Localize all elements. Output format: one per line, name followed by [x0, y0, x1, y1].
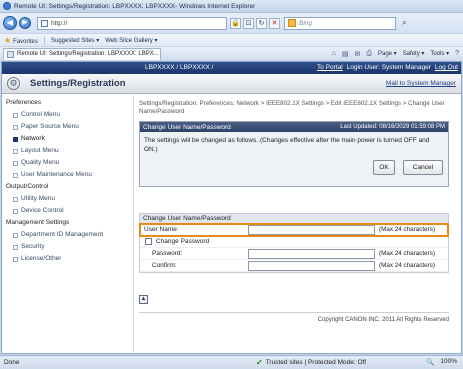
- print-icon[interactable]: ⎙: [366, 50, 372, 58]
- safety-menu[interactable]: Safety ▾: [403, 50, 425, 57]
- sidebar-item-quality-menu[interactable]: Quality Menu: [2, 157, 133, 169]
- form-heading: Change User Name/Password: [140, 214, 448, 224]
- confirmation-body: The settings will be changed as follows.…: [140, 132, 448, 186]
- browser-tab[interactable]: Remote UI: Settings/Registration: LBPXXX…: [3, 47, 161, 60]
- web-slice-gallery-link[interactable]: Web Slice Gallery ▾: [105, 37, 157, 44]
- main-content: Settings/Registration: Preferences: Netw…: [139, 95, 449, 353]
- username-row: User Name: (Max 24 characters): [139, 223, 449, 237]
- username-label: User Name:: [144, 226, 179, 233]
- confirm-field[interactable]: [248, 261, 375, 271]
- breadcrumb: Settings/Registration: Preferences: Netw…: [139, 100, 445, 115]
- search-icon[interactable]: ⌕: [402, 18, 406, 28]
- cancel-button[interactable]: Cancel: [403, 160, 443, 175]
- favorites-button[interactable]: ★ Favorites: [4, 36, 38, 45]
- change-credentials-form: Change User Name/Password User Name: (Ma…: [139, 213, 449, 273]
- bing-icon: [288, 19, 296, 27]
- lock-icon[interactable]: 🔒: [230, 17, 241, 29]
- sidebar-heading-output-control: Output/Control: [6, 183, 49, 190]
- password-row: Password: (Max 24 characters): [140, 248, 448, 260]
- confirmation-title: Change User Name/Password: [143, 123, 231, 131]
- log-out-link[interactable]: Log Out: [435, 64, 458, 71]
- sidebar-item-utility-menu[interactable]: Utility Menu: [2, 193, 133, 205]
- page-icon: [41, 19, 48, 27]
- password-hint: (Max 24 characters): [379, 250, 435, 257]
- change-password-row: Change Password: [140, 236, 448, 248]
- settings-gear-icon: ⚙: [7, 77, 20, 90]
- help-icon[interactable]: ?: [455, 50, 459, 57]
- status-bar: Done ✔ Trusted sites | Protected Mode: O…: [0, 355, 463, 369]
- to-portal-link[interactable]: To Portal: [317, 64, 343, 71]
- device-name: LBPXXXX / LBPXXXX /: [145, 64, 214, 71]
- security-zone-text: Trusted sites | Protected Mode: Off: [265, 359, 367, 366]
- sidebar-item-paper-source-menu[interactable]: Paper Source Menu: [2, 121, 133, 133]
- compat-view-icon[interactable]: ⊡: [243, 17, 254, 29]
- window-titlebar: Remote UI: Settings/Registration: LBPXXX…: [0, 0, 463, 13]
- ok-button[interactable]: OK: [373, 160, 395, 175]
- password-label: Password:: [152, 250, 183, 257]
- url-text: http://: [51, 19, 68, 27]
- page-title: Settings/Registration: [30, 78, 126, 89]
- divider: [43, 35, 45, 45]
- tools-menu[interactable]: Tools ▾: [430, 50, 449, 57]
- sidebar-item-user-maintenance-menu[interactable]: User Maintenance Menu: [2, 169, 133, 181]
- confirm-label: Confirm:: [152, 262, 177, 269]
- sidebar-item-license-other[interactable]: License/Other: [2, 253, 133, 265]
- mail-icon[interactable]: ✉: [355, 50, 361, 58]
- change-password-checkbox[interactable]: [145, 238, 152, 245]
- sidebar-item-layout-menu[interactable]: Layout Menu: [2, 145, 133, 157]
- password-field[interactable]: [248, 249, 375, 259]
- url-field[interactable]: http://: [37, 16, 227, 30]
- sidebar-item-control-menu[interactable]: Control Menu: [2, 109, 133, 121]
- username-hint: (Max 24 characters): [379, 226, 435, 233]
- sidebar: Preferences Control Menu Paper Source Me…: [2, 95, 134, 353]
- check-icon: ✔: [256, 358, 263, 367]
- back-button[interactable]: ◀: [3, 16, 17, 30]
- stop-icon[interactable]: ✕: [269, 17, 280, 29]
- sidebar-item-security[interactable]: Security: [2, 241, 133, 253]
- star-icon: ★: [4, 35, 12, 45]
- tab-page-icon: [7, 50, 14, 58]
- copyright-text: Copyright CANON INC. 2011 All Rights Res…: [317, 317, 449, 323]
- security-zone[interactable]: ✔ Trusted sites | Protected Mode: Off: [256, 358, 366, 367]
- mail-to-system-manager-link[interactable]: Mail to System Manager: [386, 80, 456, 87]
- command-bar: ⌂ ▤ ✉ ⎙ Page ▾ Safety ▾ Tools ▾ ?: [332, 50, 463, 58]
- address-bar: ◀ ▶ http:// 🔒 ⊡ ↻ ✕ Bing ⌕: [0, 13, 463, 33]
- page-menu[interactable]: Page ▾: [378, 50, 397, 57]
- confirm-hint: (Max 24 characters): [379, 262, 435, 269]
- sidebar-heading-preferences: Preferences: [6, 99, 42, 106]
- search-input[interactable]: Bing: [284, 16, 396, 30]
- sidebar-item-department-id-management[interactable]: Department ID Management: [2, 229, 133, 241]
- suggested-sites-link[interactable]: Suggested Sites ▾: [51, 37, 99, 44]
- back-to-top-icon[interactable]: ▲: [139, 295, 148, 304]
- home-icon[interactable]: ⌂: [332, 50, 336, 57]
- search-placeholder: Bing: [299, 19, 313, 27]
- login-user-text: Login User: System Manager: [346, 64, 431, 71]
- feeds-icon[interactable]: ▤: [342, 50, 349, 58]
- forward-button[interactable]: ▶: [19, 17, 31, 29]
- zoom-level: 100%: [440, 358, 457, 365]
- device-header: LBPXXXX / LBPXXXX / To Portal Login User…: [2, 62, 461, 74]
- page-viewport: LBPXXXX / LBPXXXX / To Portal Login User…: [1, 61, 462, 354]
- change-password-label: Change Password: [156, 238, 210, 245]
- sidebar-item-network[interactable]: Network: [2, 133, 133, 145]
- confirmation-panel: Change User Name/Password Last Updated: …: [139, 121, 449, 187]
- ie-logo-icon: [3, 2, 11, 10]
- favorites-bar: ★ Favorites Suggested Sites ▾ Web Slice G…: [0, 33, 463, 46]
- confirmation-message: The settings will be changed as follows.…: [144, 137, 430, 153]
- sidebar-item-device-control[interactable]: Device Control: [2, 205, 133, 217]
- tab-bar: Remote UI: Settings/Registration: LBPXXX…: [0, 46, 463, 60]
- confirmation-panel-header: Change User Name/Password Last Updated: …: [140, 122, 448, 132]
- zoom-control[interactable]: 🔍 100%: [426, 358, 457, 366]
- window-title: Remote UI: Settings/Registration: LBPXXX…: [14, 2, 256, 10]
- zoom-icon: 🔍: [426, 359, 435, 366]
- confirm-row: Confirm: (Max 24 characters): [140, 260, 448, 272]
- username-field[interactable]: [248, 225, 375, 235]
- app-header: ⚙ Settings/Registration Mail to System M…: [2, 74, 461, 94]
- last-updated-text: Last Updated: 08/16/2029 01:59:08 PM: [340, 124, 445, 130]
- tab-label: Remote UI: Settings/Registration: LBPXXX…: [17, 51, 159, 57]
- status-text: Done: [4, 359, 20, 366]
- sidebar-heading-management-settings: Management Settings: [6, 219, 70, 226]
- refresh-icon[interactable]: ↻: [256, 17, 267, 29]
- footer-divider: [139, 312, 449, 313]
